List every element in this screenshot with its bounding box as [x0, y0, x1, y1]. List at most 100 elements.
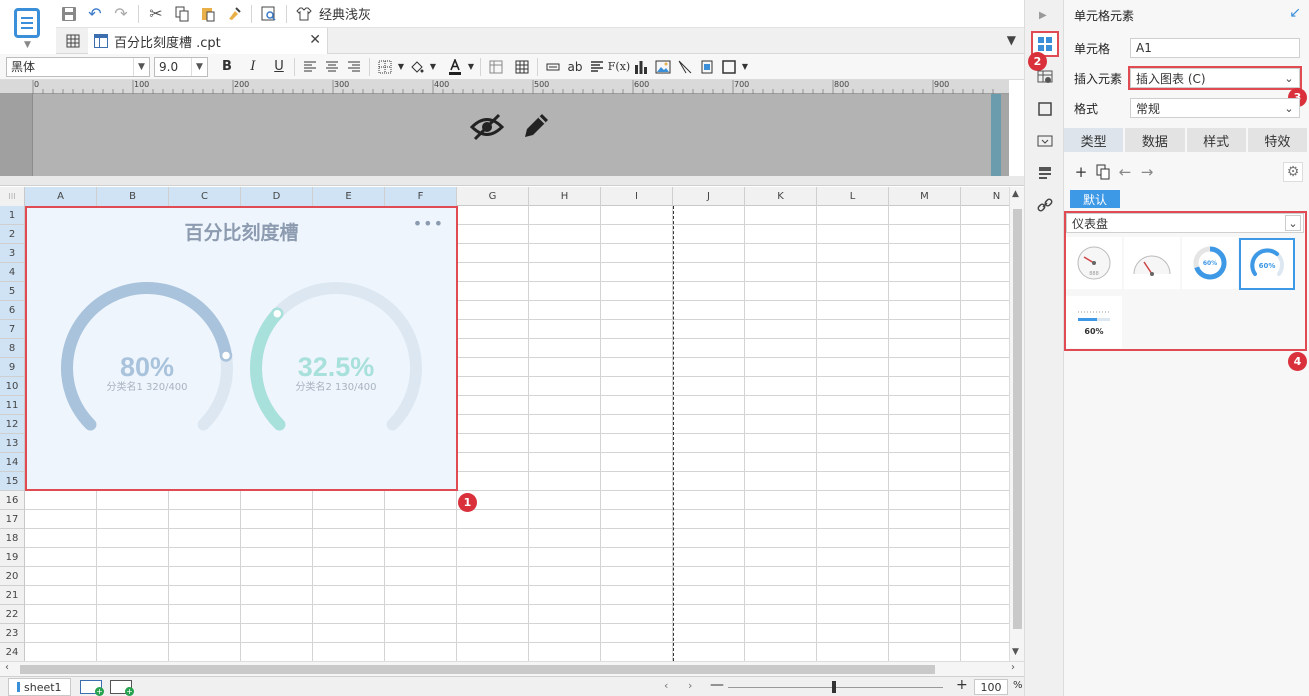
save-icon[interactable]: [56, 2, 82, 26]
tab-type[interactable]: 类型: [1064, 128, 1126, 152]
zoom-slider-handle[interactable]: [832, 681, 836, 693]
sheet-tab[interactable]: sheet1: [8, 678, 71, 696]
tab-effect[interactable]: 特效: [1247, 128, 1309, 152]
tab-style[interactable]: 样式: [1186, 128, 1248, 152]
dock-arrow-icon[interactable]: ↙: [1289, 5, 1301, 21]
gauge-chart-widget[interactable]: 百分比刻度槽 ••• 80% 分类名1 320/400 32.5% 分类名2 130/…: [25, 206, 458, 491]
formula-button[interactable]: F(x): [608, 56, 630, 78]
bar-chart-icon[interactable]: [630, 56, 652, 78]
format-painter-icon[interactable]: [221, 2, 247, 26]
row-header[interactable]: 20: [0, 567, 25, 586]
arrow-right-icon[interactable]: →: [1136, 162, 1158, 182]
add-polysheet-icon[interactable]: +: [110, 680, 134, 696]
scroll-thumb[interactable]: [1013, 209, 1022, 629]
undo-icon[interactable]: ↶: [82, 2, 108, 26]
row-header[interactable]: 10: [0, 377, 25, 396]
text-box-icon[interactable]: [542, 56, 564, 78]
text-ab-button[interactable]: ab: [564, 56, 586, 78]
vertical-scrollbar[interactable]: ▲ ▼: [1009, 187, 1024, 661]
column-header[interactable]: A: [25, 187, 97, 206]
row-header[interactable]: 14: [0, 453, 25, 472]
column-header[interactable]: E: [313, 187, 385, 206]
chevron-down-icon[interactable]: ▼: [740, 56, 750, 78]
app-menu[interactable]: ▼: [0, 0, 56, 56]
row-header[interactable]: 4: [0, 263, 25, 282]
format-select[interactable]: 常规 ⌄: [1130, 98, 1300, 118]
spreadsheet-grid[interactable]: ABCDEFGHIJKLMN ⁝⁝⁝ 1 2 3 4 5 6 7 8 9 10 11 12 13 14 15…: [0, 187, 1009, 661]
redo-icon[interactable]: ↷: [108, 2, 134, 26]
scroll-right-icon[interactable]: ›: [1011, 662, 1015, 673]
copy-icon[interactable]: [1092, 162, 1114, 182]
font-family-select[interactable]: 黑体 ▼: [6, 56, 150, 77]
row-header[interactable]: 24: [0, 643, 25, 661]
bold-button[interactable]: B: [216, 56, 238, 78]
image-icon[interactable]: [652, 56, 674, 78]
template-parameter-icon[interactable]: [1031, 160, 1059, 186]
sheet-prev-icon[interactable]: ‹: [664, 679, 668, 692]
align-left-icon[interactable]: [299, 56, 321, 78]
app-logo-icon[interactable]: [14, 8, 40, 38]
select-all-corner[interactable]: ⁝⁝⁝: [0, 187, 25, 206]
row-header[interactable]: 18: [0, 529, 25, 548]
font-size-select[interactable]: 9.0 ▼: [154, 56, 208, 77]
grid-view-icon[interactable]: [62, 31, 84, 51]
eye-hidden-icon[interactable]: [470, 112, 504, 142]
zoom-input[interactable]: 100: [974, 679, 1008, 695]
cut-icon[interactable]: ✂: [143, 2, 169, 26]
zoom-in-button[interactable]: +: [956, 677, 968, 693]
column-header[interactable]: G: [457, 187, 529, 206]
add-icon[interactable]: +: [1070, 162, 1092, 182]
child-report-icon[interactable]: [696, 56, 718, 78]
cell-field[interactable]: A1: [1130, 38, 1300, 58]
row-header[interactable]: 21: [0, 586, 25, 605]
font-color-icon[interactable]: [444, 56, 466, 78]
italic-button[interactable]: I: [242, 56, 264, 78]
row-header[interactable]: 13: [0, 434, 25, 453]
theme-shirt-icon[interactable]: [291, 2, 317, 26]
pencil-icon[interactable]: [520, 110, 552, 142]
zoom-out-button[interactable]: —: [710, 677, 724, 693]
row-header[interactable]: 19: [0, 548, 25, 567]
chevron-down-icon[interactable]: ▼: [466, 56, 476, 78]
chevron-down-icon[interactable]: ▼: [428, 56, 438, 78]
close-icon[interactable]: ✕: [309, 32, 321, 48]
sheet-next-icon[interactable]: ›: [688, 679, 692, 692]
column-header[interactable]: D: [241, 187, 313, 206]
border-icon[interactable]: [374, 56, 396, 78]
freeze-icon[interactable]: [485, 56, 507, 78]
tab-menu-icon[interactable]: ▼: [1007, 33, 1016, 47]
align-center-icon[interactable]: [321, 56, 343, 78]
underline-button[interactable]: U: [268, 56, 290, 78]
chevron-down-icon[interactable]: ▼: [396, 56, 406, 78]
column-header[interactable]: F: [385, 187, 457, 206]
column-header[interactable]: J: [673, 187, 745, 206]
row-header[interactable]: 8: [0, 339, 25, 358]
slash-cell-icon[interactable]: [674, 56, 696, 78]
row-header[interactable]: 7: [0, 320, 25, 339]
widget-settings-icon[interactable]: [1031, 96, 1059, 122]
column-header[interactable]: H: [529, 187, 601, 206]
align-right-icon[interactable]: [343, 56, 365, 78]
condition-attribute-icon[interactable]: [1031, 128, 1059, 154]
column-header[interactable]: C: [169, 187, 241, 206]
cell-attribute-icon[interactable]: [1031, 64, 1059, 90]
hyperlink-icon[interactable]: [1031, 192, 1059, 218]
add-sheet-icon[interactable]: +: [80, 680, 104, 696]
scroll-left-icon[interactable]: ‹: [5, 662, 9, 673]
row-header[interactable]: 11: [0, 396, 25, 415]
row-header[interactable]: 17: [0, 510, 25, 529]
column-header[interactable]: B: [97, 187, 169, 206]
table-grid-icon[interactable]: [511, 56, 533, 78]
row-header[interactable]: 22: [0, 605, 25, 624]
row-header[interactable]: 23: [0, 624, 25, 643]
row-header[interactable]: 5: [0, 282, 25, 301]
column-header[interactable]: K: [745, 187, 817, 206]
row-header[interactable]: 3: [0, 244, 25, 263]
row-header[interactable]: 6: [0, 301, 25, 320]
column-header[interactable]: N: [961, 187, 1009, 206]
column-header[interactable]: L: [817, 187, 889, 206]
row-header[interactable]: 12: [0, 415, 25, 434]
row-header[interactable]: 15: [0, 472, 25, 491]
arrow-left-icon[interactable]: ←: [1114, 162, 1136, 182]
copy-icon[interactable]: [169, 2, 195, 26]
